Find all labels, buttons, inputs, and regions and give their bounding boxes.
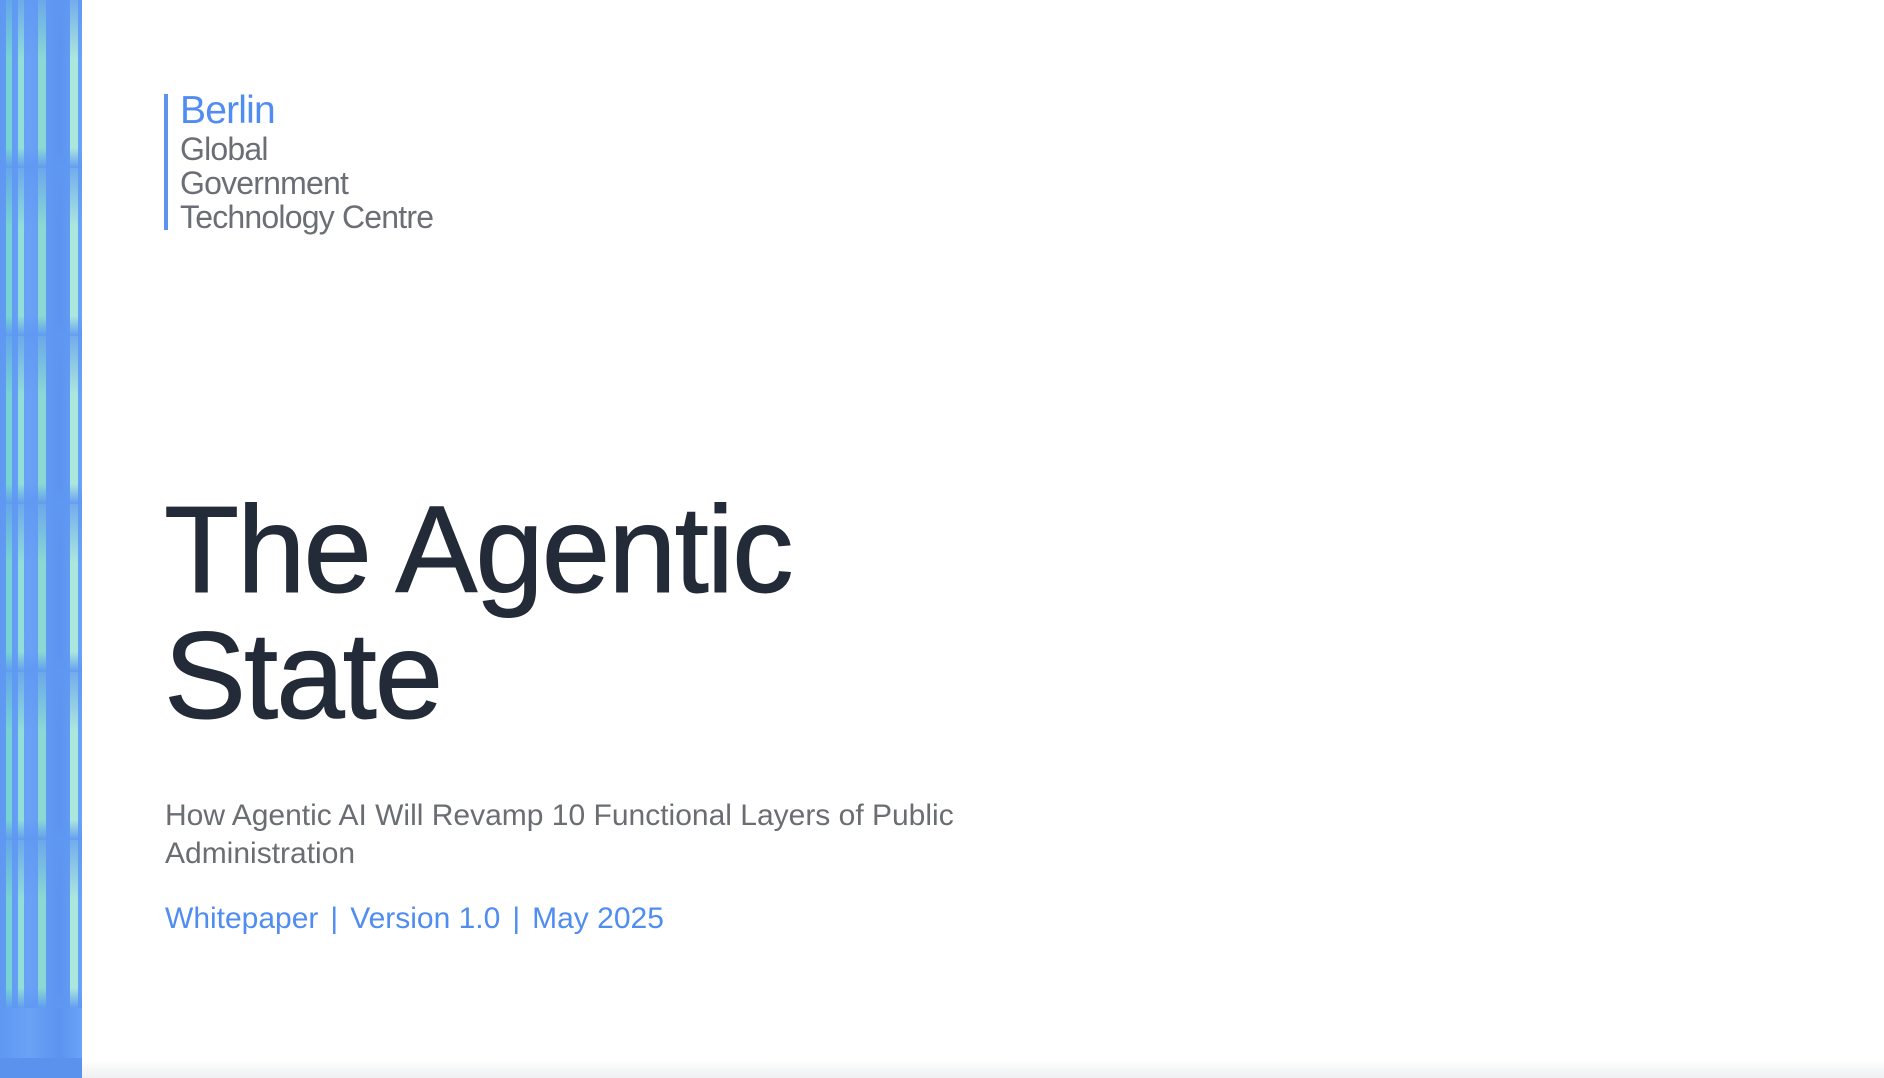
title-line-2: State — [164, 608, 444, 745]
document-date: May 2025 — [532, 902, 664, 935]
stripe-footer — [0, 1058, 82, 1078]
stripe-band — [0, 0, 82, 168]
title-line-1: The Agentic — [164, 482, 795, 619]
document-meta: Whitepaper | Version 1.0 | May 2025 — [165, 899, 664, 939]
document-type: Whitepaper — [165, 902, 319, 935]
page-bottom-shade — [82, 1060, 1884, 1078]
document-subtitle: How Agentic AI Will Revamp 10 Functional… — [165, 799, 954, 870]
stripe-band — [0, 504, 82, 672]
stripe-band — [0, 336, 82, 504]
logo-line-3: Technology Centre — [180, 199, 434, 235]
decorative-stripe-panel — [0, 0, 82, 1078]
logo-city: Berlin — [180, 89, 276, 132]
logo-accent-bar — [164, 94, 168, 230]
logo-line-1: Global — [180, 131, 269, 167]
stripe-band — [0, 840, 82, 1008]
logo-line-2: Government — [180, 165, 349, 201]
meta-separator: | — [330, 902, 339, 935]
document-version: Version 1.0 — [350, 902, 501, 935]
organization-logo: Berlin Global Government Technology Cent… — [164, 88, 524, 235]
document-title: The Agentic State — [164, 482, 795, 745]
stripe-band — [0, 168, 82, 336]
meta-separator: | — [512, 902, 521, 935]
stripe-band — [0, 672, 82, 840]
